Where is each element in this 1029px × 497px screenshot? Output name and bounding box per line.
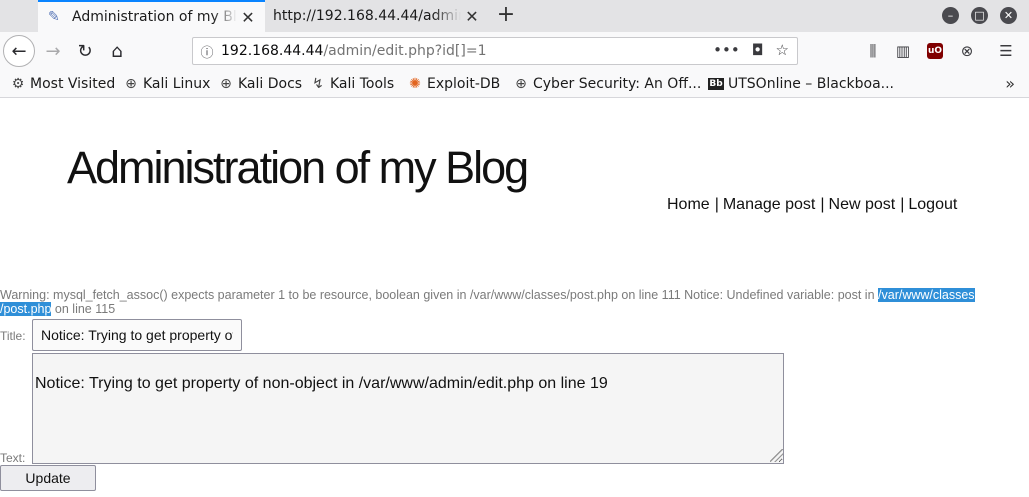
- bookmark-star-icon[interactable]: ☆: [776, 41, 789, 59]
- close-tab-icon[interactable]: ✕: [237, 8, 259, 27]
- menu-separator: |: [714, 196, 719, 213]
- bookmark-kali-tools[interactable]: ↯ Kali Tools: [310, 74, 394, 94]
- page-actions-icon[interactable]: •••: [713, 41, 740, 59]
- tab-admin-blog[interactable]: ✎ Administration of my Blog ✕: [38, 0, 265, 32]
- arrow-right-icon: →: [45, 40, 61, 62]
- globe-icon: ⊕: [220, 76, 232, 92]
- reload-icon: ↻: [77, 40, 93, 62]
- menu-manage-post-link[interactable]: Manage post: [723, 196, 816, 214]
- tab-label: http://192.168.44.44/admin/: [273, 8, 461, 24]
- tab-strip: ✎ Administration of my Blog ✕ http://192…: [0, 0, 1029, 32]
- maximize-icon[interactable]: □: [971, 7, 988, 24]
- menu-separator: |: [820, 196, 825, 213]
- sidebar-icon[interactable]: ▥: [894, 42, 912, 60]
- ublock-origin-icon[interactable]: uO: [927, 43, 943, 59]
- close-window-icon[interactable]: ✕: [1000, 7, 1017, 24]
- gear-icon: ⚙: [11, 76, 25, 92]
- library-icon[interactable]: ⫼: [864, 42, 882, 60]
- tab-admin-url[interactable]: http://192.168.44.44/admin/ ✕: [265, 0, 489, 32]
- home-button[interactable]: ⌂: [101, 35, 133, 67]
- site-title: Administration of my Blog: [67, 142, 529, 193]
- bookmark-label: Exploit-DB: [427, 76, 501, 92]
- bookmark-label: Kali Tools: [330, 76, 395, 92]
- menu-logout-link[interactable]: Logout: [908, 196, 957, 214]
- text-label: Text:: [0, 451, 26, 465]
- arrow-left-icon: ←: [11, 40, 27, 62]
- bookmark-label: Most Visited: [30, 76, 116, 92]
- bookmark-most-visited[interactable]: ⚙ Most Visited: [10, 74, 116, 94]
- back-button[interactable]: ←: [3, 35, 35, 67]
- title-label: Title:: [0, 329, 26, 343]
- warning-tail: on line 115: [51, 302, 116, 316]
- url-bar[interactable]: ⓘ 192.168.44.44/admin/edit.php?id[]=1 ••…: [192, 37, 798, 65]
- bookmarks-toolbar: ⚙ Most Visited ⊕ Kali Linux ⊕ Kali Docs …: [0, 70, 1029, 98]
- close-tab-icon[interactable]: ✕: [461, 7, 483, 26]
- update-button[interactable]: Update: [0, 465, 96, 491]
- menu-separator: |: [900, 196, 905, 213]
- pocket-icon[interactable]: ◘: [752, 41, 764, 59]
- bookmark-label: Cyber Security: An Off...: [533, 76, 702, 92]
- extension-icon[interactable]: ⊗: [958, 42, 976, 60]
- site-menu: Home | Manage post | New post | Logout: [667, 196, 957, 214]
- warning-highlight: /post.php: [0, 302, 52, 316]
- info-icon[interactable]: ⓘ: [193, 42, 221, 61]
- page-content: Administration of my Blog Home | Manage p…: [0, 98, 1029, 497]
- bookmark-exploit-db[interactable]: ✺ Exploit-DB: [407, 74, 500, 94]
- php-warning-message: Warning: mysql_fetch_assoc() expects par…: [0, 288, 1029, 316]
- blackboard-icon: Bb: [708, 78, 724, 90]
- bookmark-kali-linux[interactable]: ⊕ Kali Linux: [123, 74, 210, 94]
- warning-text: Warning: mysql_fetch_assoc() expects par…: [0, 288, 879, 302]
- bookmark-label: UTSOnline – Blackboa...: [728, 76, 895, 92]
- hamburger-menu-icon[interactable]: ☰: [997, 42, 1015, 60]
- minimize-icon[interactable]: –: [942, 7, 959, 24]
- kali-dragon-icon: ↯: [312, 76, 324, 92]
- exploit-db-icon: ✺: [409, 76, 421, 92]
- bookmark-utsonline[interactable]: Bb UTSOnline – Blackboa...: [708, 74, 894, 94]
- globe-icon: ⊕: [125, 76, 137, 92]
- bookmark-kali-docs[interactable]: ⊕ Kali Docs: [218, 74, 302, 94]
- globe-icon: ⊕: [515, 76, 527, 92]
- resize-grip-icon[interactable]: [770, 449, 783, 462]
- new-tab-button[interactable]: +: [494, 4, 518, 28]
- forward-button[interactable]: →: [37, 35, 69, 67]
- home-icon: ⌂: [111, 40, 123, 62]
- title-input[interactable]: [32, 319, 242, 351]
- bookmark-label: Kali Docs: [238, 76, 303, 92]
- bookmark-cyber-security[interactable]: ⊕ Cyber Security: An Off...: [513, 74, 701, 94]
- reload-button[interactable]: ↻: [69, 35, 101, 67]
- pencil-icon: ✎: [48, 9, 60, 25]
- menu-new-post-link[interactable]: New post: [829, 196, 896, 214]
- tab-label: Administration of my Blog: [72, 9, 237, 25]
- url-host: 192.168.44.44: [221, 43, 324, 59]
- chevron-right-double-icon[interactable]: »: [1005, 74, 1015, 93]
- warning-highlight: /var/www/classes: [878, 288, 975, 302]
- text-area[interactable]: Notice: Trying to get property of non-ob…: [32, 353, 784, 464]
- menu-home-link[interactable]: Home: [667, 196, 710, 214]
- url-path: /admin/edit.php?id[]=1: [323, 43, 487, 59]
- bookmark-label: Kali Linux: [143, 76, 211, 92]
- navigation-toolbar: ← → ↻ ⌂ ⓘ 192.168.44.44/admin/edit.php?i…: [0, 32, 1029, 70]
